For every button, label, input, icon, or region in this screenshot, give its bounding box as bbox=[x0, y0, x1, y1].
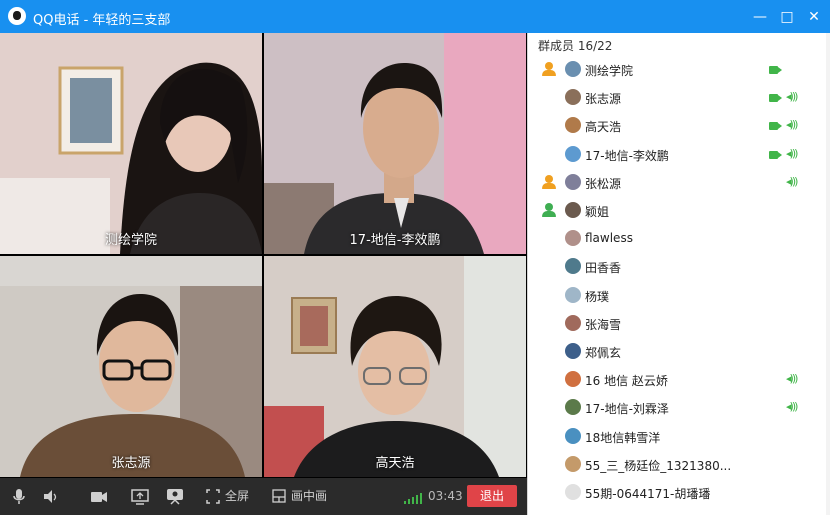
qq-logo-icon bbox=[8, 7, 26, 25]
group-admin-icon bbox=[542, 62, 556, 76]
avatar bbox=[565, 61, 581, 77]
video-tile-label: 高天浩 bbox=[375, 456, 415, 471]
member-name: 18地信韩雪洋 bbox=[585, 430, 661, 445]
member-name: 颖姐 bbox=[585, 205, 610, 219]
avatar bbox=[565, 258, 581, 275]
member-row[interactable]: 颖姐 bbox=[528, 197, 830, 225]
avatar bbox=[565, 230, 581, 247]
exit-call-button[interactable]: 退出 bbox=[467, 485, 517, 507]
avatar bbox=[565, 399, 581, 416]
member-row[interactable]: 高天浩 ◂))) bbox=[528, 112, 830, 140]
fullscreen-icon[interactable] bbox=[206, 488, 220, 505]
member-name: 郑佩玄 bbox=[585, 346, 622, 360]
call-controls: 全屏 画中画 03:43 退出 bbox=[0, 478, 527, 515]
member-row[interactable]: 杨璞 bbox=[528, 282, 830, 310]
speaking-icon: ◂))) bbox=[786, 90, 798, 104]
member-name: 高天浩 bbox=[585, 120, 622, 135]
picture-in-picture-icon[interactable] bbox=[272, 488, 286, 505]
member-row[interactable]: 17-地信-刘霖泽 ◂))) bbox=[528, 394, 830, 422]
member-list-scrollbar[interactable] bbox=[826, 33, 830, 515]
avatar bbox=[565, 343, 581, 359]
speaker-icon[interactable] bbox=[42, 488, 58, 505]
video-feed-4 bbox=[264, 256, 526, 477]
member-count: 群成员 16/22 bbox=[538, 39, 613, 53]
maximize-button[interactable]: □ bbox=[777, 7, 797, 27]
speaking-icon: ◂))) bbox=[786, 372, 798, 386]
minimize-button[interactable]: — bbox=[750, 7, 770, 27]
member-row[interactable]: 55期-0644171-胡璠璠 bbox=[528, 479, 830, 507]
member-row[interactable]: flawless bbox=[528, 225, 830, 253]
speaking-icon: ◂))) bbox=[786, 400, 798, 414]
video-feed-3 bbox=[0, 256, 262, 477]
member-row[interactable]: 16 地信 赵云娇 ◂))) bbox=[528, 366, 830, 394]
speaking-icon: ◂))) bbox=[786, 146, 798, 160]
video-tile-2[interactable]: 17-地信-李效鹏 bbox=[264, 33, 526, 254]
avatar bbox=[565, 484, 581, 500]
member-row[interactable]: 田香香 bbox=[528, 253, 830, 281]
video-feed-2 bbox=[264, 33, 526, 254]
camera-on-icon bbox=[769, 94, 782, 103]
member-name: 17-地信-刘霖泽 bbox=[585, 402, 669, 417]
member-row[interactable]: 测绘学院 bbox=[528, 56, 830, 84]
avatar bbox=[565, 314, 581, 331]
video-grid: 测绘学院 17-地信-李效鹏 张志源 高天浩 bbox=[0, 33, 527, 478]
member-name: 测绘学院 bbox=[585, 64, 634, 78]
window-title: QQ电话 - 年轻的三支部 bbox=[33, 13, 171, 28]
video-tile-label: 测绘学院 bbox=[104, 233, 157, 248]
member-name: 杨璞 bbox=[585, 289, 610, 304]
fullscreen-button[interactable]: 全屏 bbox=[225, 488, 249, 505]
avatar bbox=[565, 117, 581, 134]
avatar bbox=[565, 371, 581, 388]
member-row[interactable]: 张松源 ◂))) bbox=[528, 169, 830, 197]
member-row[interactable]: 张志源 ◂))) bbox=[528, 84, 830, 112]
close-button[interactable]: ✕ bbox=[804, 7, 824, 27]
member-name: 55期-0644171-胡璠璠 bbox=[585, 487, 711, 501]
camera-on-icon bbox=[769, 150, 782, 159]
title-bar: QQ电话 - 年轻的三支部 — □ ✕ bbox=[0, 0, 830, 33]
member-row[interactable]: 张海雪 bbox=[528, 310, 830, 338]
video-tile-4[interactable]: 高天浩 bbox=[264, 256, 526, 477]
camera-on-icon bbox=[769, 66, 782, 74]
group-admin-icon bbox=[542, 174, 556, 189]
avatar bbox=[565, 427, 581, 444]
avatar bbox=[565, 173, 581, 190]
video-tile-1[interactable]: 测绘学院 bbox=[0, 33, 262, 254]
speaking-icon: ◂))) bbox=[786, 118, 798, 132]
member-row[interactable]: 郑佩玄 bbox=[528, 338, 830, 366]
avatar bbox=[565, 455, 581, 472]
avatar bbox=[565, 286, 581, 303]
video-feed-1 bbox=[0, 33, 262, 254]
avatar bbox=[565, 202, 581, 218]
video-tile-label: 张志源 bbox=[111, 456, 151, 471]
member-row[interactable]: 18地信韩雪洋 bbox=[528, 423, 830, 451]
member-name: 张海雪 bbox=[585, 317, 622, 332]
member-name: 17-地信-李效鹏 bbox=[585, 148, 669, 163]
member-row[interactable]: 55_三_杨廷俭_1321380... bbox=[528, 451, 830, 479]
call-timer: 03:43 bbox=[428, 489, 463, 503]
video-tile-label: 17-地信-李效鹏 bbox=[349, 233, 441, 248]
video-tile-3[interactable]: 张志源 bbox=[0, 256, 262, 477]
microphone-icon[interactable] bbox=[12, 488, 26, 505]
presentation-icon[interactable] bbox=[166, 488, 184, 505]
avatar bbox=[565, 89, 581, 106]
avatar bbox=[565, 145, 581, 162]
camera-icon[interactable] bbox=[90, 488, 108, 505]
member-name: 张松源 bbox=[585, 176, 622, 191]
member-panel: 群成员 16/22 测绘学院张志源 ◂))) 高天浩 ◂))) 17-地信-李效鹏 ◂))… bbox=[527, 33, 830, 515]
member-name: 55_三_杨廷俭_1321380... bbox=[585, 458, 732, 473]
signal-strength-icon bbox=[404, 493, 422, 504]
member-name: 张志源 bbox=[585, 92, 622, 107]
speaking-icon: ◂))) bbox=[786, 174, 798, 188]
member-row[interactable]: 17-地信-李效鹏 ◂))) bbox=[528, 141, 830, 169]
camera-on-icon bbox=[769, 122, 782, 131]
picture-in-picture-button[interactable]: 画中画 bbox=[291, 488, 327, 505]
group-owner-icon bbox=[542, 203, 556, 217]
member-name: flawless bbox=[585, 231, 633, 246]
member-name: 16 地信 赵云娇 bbox=[585, 374, 668, 389]
member-name: 田香香 bbox=[585, 261, 622, 276]
screen-share-icon[interactable] bbox=[131, 488, 149, 505]
